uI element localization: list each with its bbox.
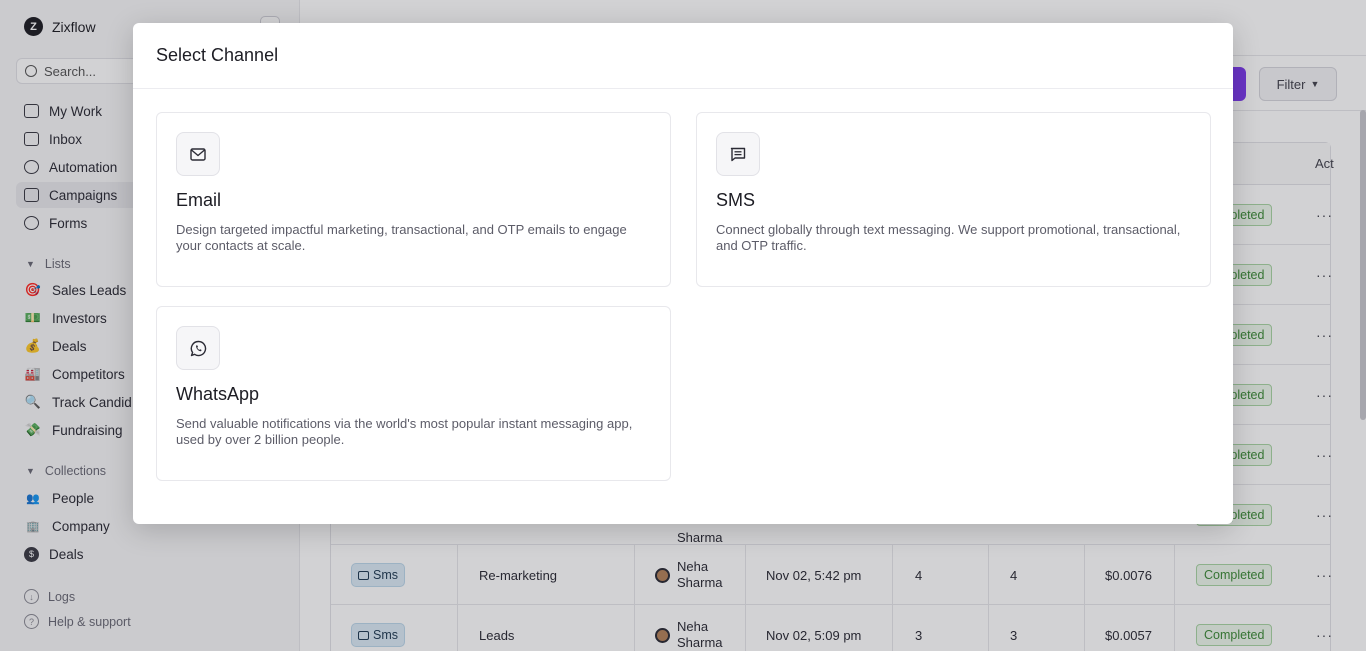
envelope-icon xyxy=(176,132,220,176)
channel-card-email[interactable]: Email Design targeted impactful marketin… xyxy=(156,112,671,287)
modal-title: Select Channel xyxy=(156,45,279,65)
channel-card-whatsapp[interactable]: WhatsApp Send valuable notifications via… xyxy=(156,306,671,481)
channel-description: Connect globally through text messaging.… xyxy=(716,222,1181,253)
channel-name: WhatsApp xyxy=(176,384,260,404)
channel-name: Email xyxy=(176,190,222,210)
channel-description: Design targeted impactful marketing, tra… xyxy=(176,222,627,253)
channel-card-sms[interactable]: SMS Connect globally through text messag… xyxy=(696,112,1211,287)
divider xyxy=(133,88,1233,89)
channel-name: SMS xyxy=(716,190,756,210)
whatsapp-icon xyxy=(176,326,220,370)
select-channel-modal: Select Channel Email Design targeted imp… xyxy=(133,23,1233,524)
channel-description: Send valuable notifications via the worl… xyxy=(176,416,633,447)
chat-message-icon xyxy=(716,132,760,176)
